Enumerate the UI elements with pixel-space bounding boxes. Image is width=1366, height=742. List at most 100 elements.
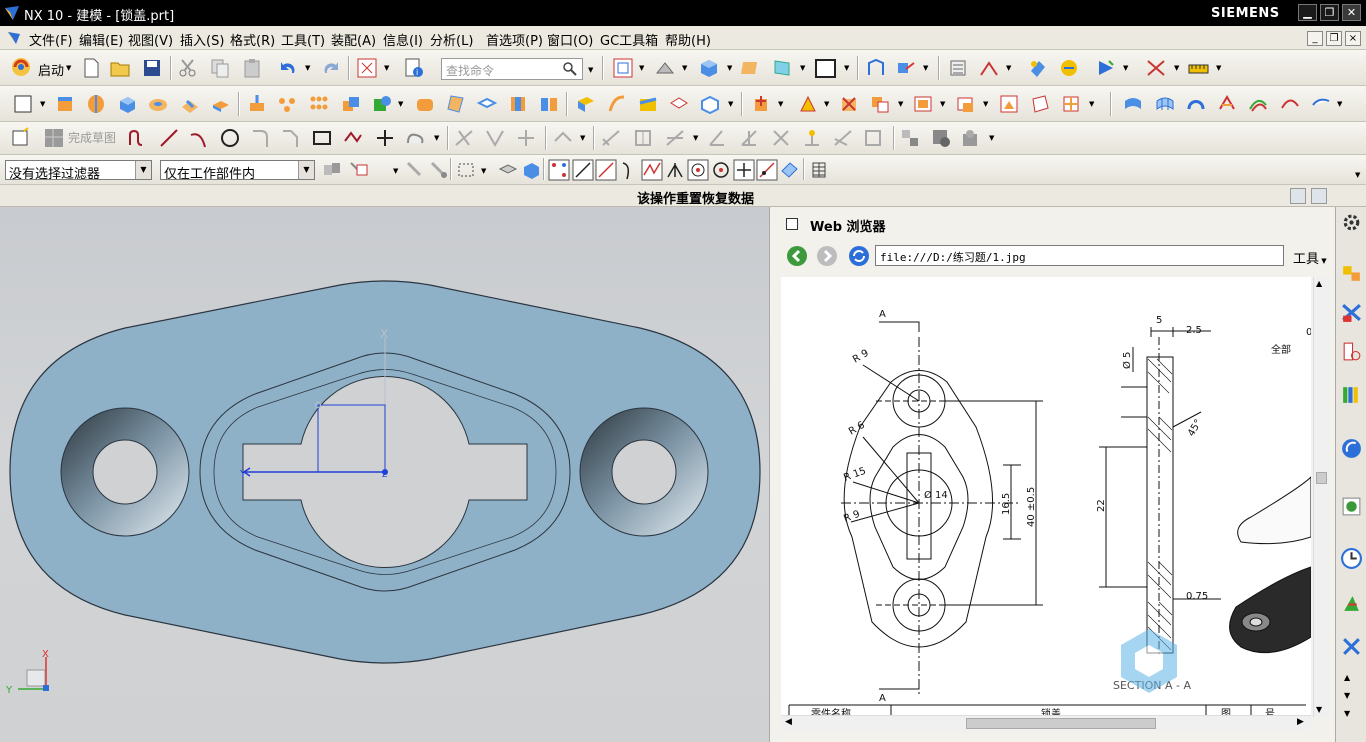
history-tab-icon[interactable] (1340, 547, 1363, 570)
cross-section-dropdown-icon[interactable]: ▼ (1089, 100, 1094, 108)
snap-dropdown-icon[interactable]: ▼ (393, 167, 398, 175)
body-dropdown-icon[interactable]: ▼ (728, 100, 733, 108)
sync-move-face-icon[interactable] (751, 93, 773, 115)
render-dropdown-icon[interactable]: ▼ (727, 64, 732, 72)
redo-icon[interactable] (320, 57, 342, 79)
inferred-constraints-icon[interactable] (930, 127, 952, 149)
profile-icon[interactable] (126, 127, 148, 149)
pull-face-icon[interactable] (797, 93, 819, 115)
quick-extend-icon[interactable] (484, 127, 506, 149)
snap-on-curve-icon[interactable] (595, 159, 617, 181)
show-constraints-icon[interactable] (770, 127, 792, 149)
doc-minimize-button[interactable]: _ (1307, 31, 1323, 46)
orient-dropdown-icon[interactable]: ▼ (682, 64, 687, 72)
command-search-input[interactable]: 查找命令 (441, 58, 583, 80)
sketch-more-dropdown-icon[interactable]: ▼ (989, 134, 994, 142)
snap-midpoint-icon[interactable] (572, 159, 594, 181)
resource-bar-scroll-down-icon[interactable]: ▼ (1344, 709, 1350, 718)
chevron-down-icon[interactable]: ▼ (135, 161, 151, 179)
pull-dropdown-icon[interactable]: ▼ (824, 100, 829, 108)
render-style-icon[interactable] (698, 57, 720, 79)
dimension-dropdown-icon[interactable]: ▼ (693, 134, 698, 142)
cross-section-edit-icon[interactable] (1060, 93, 1082, 115)
chamfer-sketch-icon[interactable] (280, 127, 302, 149)
select-component-icon[interactable] (321, 159, 343, 181)
menu-gc-toolkit[interactable]: GC工具箱 (600, 30, 658, 49)
magnifier-icon[interactable] (562, 61, 578, 77)
polygon-icon[interactable] (342, 127, 364, 149)
menu-assemblies[interactable]: 装配(A) (331, 30, 376, 49)
feature-select-icon[interactable] (404, 159, 426, 181)
chevron-down-icon[interactable]: ▼ (298, 161, 314, 179)
menu-view[interactable]: 视图(V) (128, 30, 173, 49)
wcs-icon[interactable] (865, 57, 887, 79)
combine-dropdown-icon[interactable]: ▼ (398, 100, 403, 108)
undo-icon[interactable] (277, 57, 299, 79)
snap-quadrant-icon[interactable] (710, 159, 732, 181)
menu-tools[interactable]: 工具(T) (281, 30, 325, 49)
left-hole[interactable] (92, 439, 158, 505)
linear-dim-icon[interactable] (632, 127, 654, 149)
select-solid-icon[interactable] (520, 159, 542, 181)
rectangle-select-icon[interactable] (456, 159, 478, 181)
constraints-dropdown-icon[interactable]: ▼ (1006, 64, 1011, 72)
open-icon[interactable] (109, 57, 131, 79)
delete-face-icon[interactable] (838, 93, 860, 115)
menu-edit[interactable]: 编辑(E) (79, 30, 123, 49)
draft-icon[interactable] (507, 93, 529, 115)
selection-scope-select[interactable]: 仅在工作部件内 ▼ (160, 160, 315, 180)
measure-icon[interactable] (1027, 57, 1049, 79)
doc-restore-button[interactable]: ❐ (1326, 31, 1342, 46)
point-icon[interactable] (374, 127, 396, 149)
snap-tangent-icon[interactable] (618, 159, 640, 181)
new-icon[interactable] (80, 57, 102, 79)
feature-playback-icon[interactable] (1145, 57, 1167, 79)
unite-icon[interactable] (340, 93, 362, 115)
menu-information[interactable]: 信息(I) (383, 30, 423, 49)
part-navigator-tab-icon[interactable] (1340, 340, 1363, 363)
status-restore-button[interactable] (1311, 188, 1327, 204)
horizontal-scrollbar[interactable]: ◀ ▶ (781, 715, 1311, 731)
trim-body-icon[interactable] (606, 93, 628, 115)
zoom-dropdown-icon[interactable]: ▼ (639, 64, 644, 72)
zoom-fit-icon[interactable] (612, 57, 634, 79)
subtract-icon[interactable] (371, 93, 393, 115)
pattern-feature-icon[interactable] (276, 93, 298, 115)
toolbar-overflow-icon[interactable]: ▼ (1355, 171, 1360, 179)
assembly-navigator-icon[interactable] (947, 57, 969, 79)
constraint-navigator-tab-icon[interactable] (1340, 301, 1363, 324)
auto-dimension-icon[interactable] (832, 127, 854, 149)
sketch-icon[interactable] (12, 93, 34, 115)
playback-dropdown-icon[interactable]: ▼ (1174, 64, 1179, 72)
paste-icon[interactable] (241, 57, 263, 79)
menu-help[interactable]: 帮助(H) (665, 30, 711, 49)
web-browser-tab-icon[interactable] (1340, 495, 1363, 518)
vertical-scrollbar[interactable]: ▲ ▼ (1313, 277, 1329, 717)
snap-existing-point-icon[interactable] (733, 159, 755, 181)
cut-icon[interactable] (177, 57, 199, 79)
snap-intersection-icon[interactable] (664, 159, 686, 181)
chamfer-icon[interactable] (445, 93, 467, 115)
line-icon[interactable] (158, 127, 180, 149)
motion-dropdown-icon[interactable]: ▼ (1123, 64, 1128, 72)
resize-blend-icon[interactable] (955, 93, 977, 115)
address-bar-input[interactable]: file:///D:/练习题/1.jpg (875, 245, 1284, 266)
bridge-surface-icon[interactable] (1310, 93, 1332, 115)
information-icon[interactable]: i (403, 57, 425, 79)
fit-view-icon[interactable] (356, 57, 378, 79)
through-curve-mesh-icon[interactable] (1154, 93, 1176, 115)
selection-filter-select[interactable]: 没有选择过滤器 ▼ (5, 160, 152, 180)
sew-icon[interactable] (699, 93, 721, 115)
resource-bar-scroll-up-icon[interactable]: ▲ (1344, 673, 1350, 682)
move-dropdown-icon[interactable]: ▼ (923, 64, 928, 72)
quick-pick-icon[interactable] (808, 159, 830, 181)
alternate-solution-icon[interactable] (899, 127, 921, 149)
mirror-feature-icon[interactable] (538, 93, 560, 115)
section-dropdown-icon[interactable]: ▼ (800, 64, 805, 72)
gear-icon[interactable] (1340, 211, 1363, 234)
search-dropdown-icon[interactable]: ▼ (588, 66, 593, 74)
ruler-icon[interactable] (1187, 57, 1209, 79)
restore-button[interactable]: ❐ (1320, 4, 1339, 21)
resize-dropdown-icon[interactable]: ▼ (983, 100, 988, 108)
menu-window[interactable]: 窗口(O) (547, 30, 593, 49)
